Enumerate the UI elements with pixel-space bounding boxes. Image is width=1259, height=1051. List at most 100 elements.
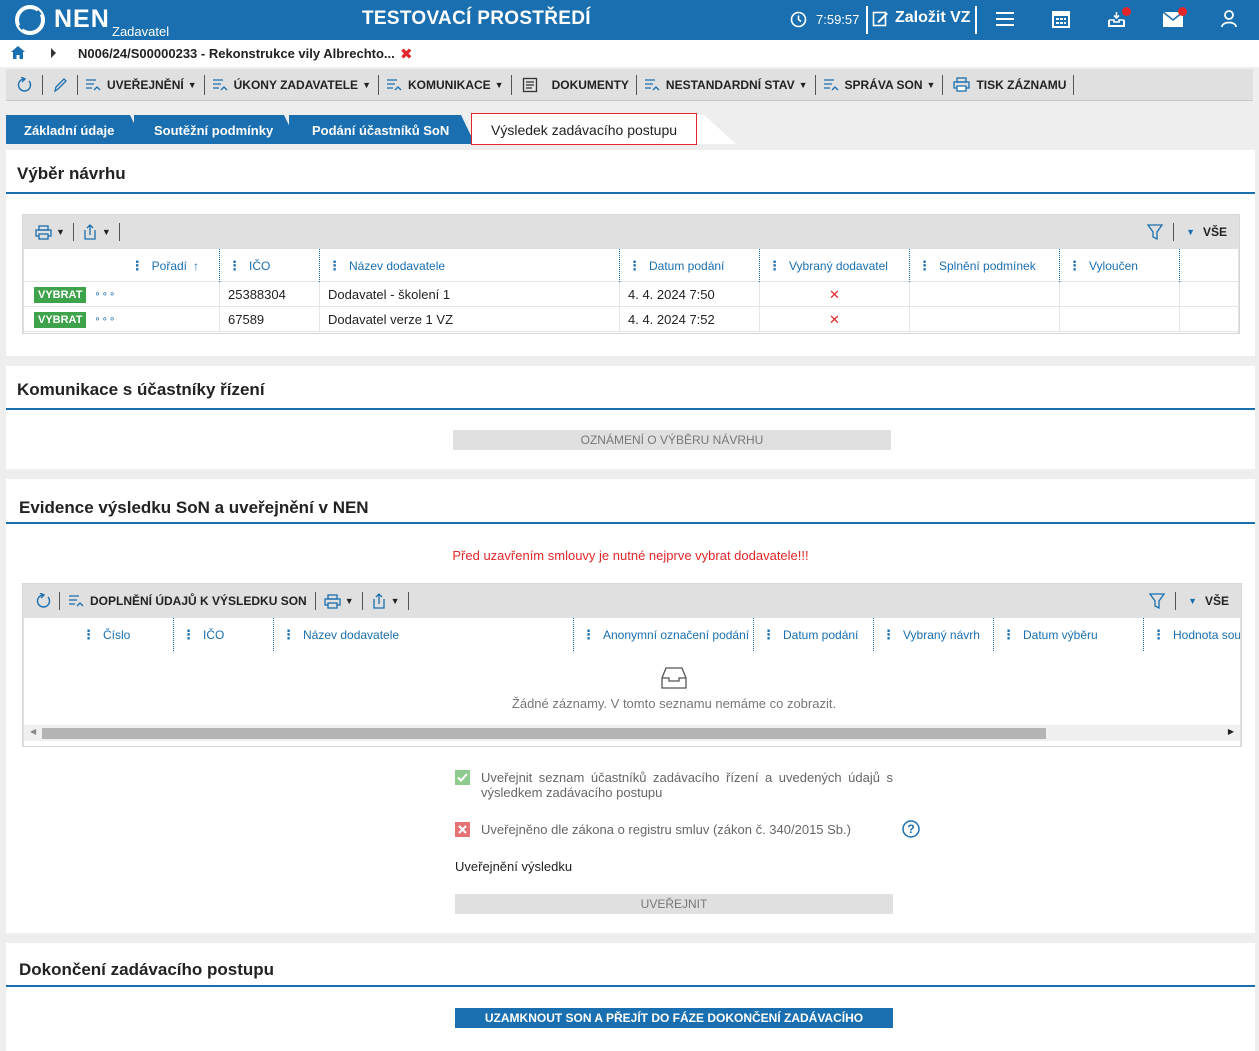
menu-nestandardni-label: NESTANDARDNÍ STAV	[665, 77, 795, 92]
column-splneni-podminek[interactable]: ⋮ Splnění podmínek	[910, 249, 1060, 282]
doplneni-udaju-label: DOPLNĚNÍ ÚDAJŮ K VÝSLEDKU SON	[90, 594, 307, 608]
select-supplier-button[interactable]: VYBRAT	[34, 311, 87, 328]
column-anonymni-oznaceni[interactable]: ⋮ Anonymní označení podání	[574, 618, 754, 651]
home-icon[interactable]	[11, 46, 25, 59]
publish-button[interactable]: UVEŘEJNIT	[455, 894, 893, 914]
column-datum-podani[interactable]: ⋮ Datum podání	[620, 249, 760, 282]
scrollbar-thumb[interactable]	[42, 728, 1046, 739]
horizontal-scrollbar[interactable]: ◀ ▶	[24, 725, 1240, 741]
publish-list-checkbox[interactable]	[455, 770, 470, 785]
empty-state-message: Žádné záznamy. V tomto seznamu nemáme co…	[511, 696, 837, 711]
printer-icon	[35, 224, 52, 240]
menu-icon[interactable]	[996, 11, 1014, 27]
new-vz-button[interactable]: Založit VZ	[872, 9, 971, 27]
more-options-icon[interactable]: ∘∘∘	[94, 314, 116, 325]
column-datum-vyberu[interactable]: ⋮ Datum výběru	[994, 618, 1144, 651]
column-menu-icon[interactable]: ⋮	[762, 627, 775, 643]
separator	[118, 223, 120, 241]
column-vybrany-navrh[interactable]: ⋮ Vybraný návrh	[874, 618, 994, 651]
column-menu-icon[interactable]: ⋮	[1068, 258, 1081, 274]
export-menu-button[interactable]: ▼	[74, 215, 119, 249]
column-menu-icon[interactable]: ⋮	[282, 627, 295, 643]
column-datum-podani[interactable]: ⋮ Datum podání	[754, 618, 874, 651]
calendar-icon[interactable]	[1052, 10, 1070, 28]
caret-down-icon: ▼	[926, 79, 936, 90]
doplneni-udaju-button[interactable]: DOPLNĚNÍ ÚDAJŮ K VÝSLEDKU SON	[60, 584, 315, 618]
column-label: Číslo	[103, 627, 131, 642]
refresh-button[interactable]	[6, 69, 42, 101]
column-menu-icon[interactable]: ⋮	[628, 258, 641, 274]
refresh-button[interactable]	[23, 584, 59, 618]
filter-all-label[interactable]: VŠE	[1203, 225, 1227, 239]
column-menu-icon[interactable]: ⋮	[1002, 627, 1015, 643]
column-menu-icon[interactable]: ⋮	[82, 627, 95, 643]
column-nazev-dodavatele[interactable]: ⋮ Název dodavatele	[320, 249, 620, 282]
tab-vysledek-zadavaciho-postupu[interactable]: Výsledek zadávacího postupu	[471, 113, 697, 145]
edit-button[interactable]	[43, 69, 77, 101]
filter-icon[interactable]	[1147, 224, 1164, 240]
more-options-icon[interactable]: ∘∘∘	[94, 289, 116, 300]
column-label: IČO	[249, 258, 271, 273]
caret-down-icon: ▼	[362, 79, 371, 90]
help-icon[interactable]: ?	[902, 820, 920, 838]
scroll-right-icon[interactable]: ▶	[1228, 727, 1234, 736]
scroll-left-icon[interactable]: ◀	[30, 727, 36, 736]
separator	[975, 6, 977, 34]
column-menu-icon[interactable]: ⋮	[182, 627, 195, 643]
column-menu-icon[interactable]: ⋮	[582, 627, 595, 643]
tab-bar: Základní údaje Soutěžní podmínky Podání …	[0, 101, 1259, 145]
column-menu-icon[interactable]: ⋮	[131, 258, 144, 274]
export-menu-button[interactable]: ▼	[363, 584, 408, 618]
main-toolbar: UVEŘEJNĚNÍ ▼ ÚKONY ZADAVATELE ▼ KOMUNIKACE…	[0, 67, 1259, 101]
menu-komunikace[interactable]: KOMUNIKACE ▼	[379, 69, 511, 101]
breadcrumb-item[interactable]: N006/24/S00000233 - Rekonstrukce vily Al…	[78, 46, 395, 61]
menu-nestandardni-stav[interactable]: NESTANDARDNÍ STAV ▼	[637, 69, 815, 101]
section-header: Evidence výsledku SoN a uveřejnění v NEN	[6, 479, 1255, 524]
close-icon[interactable]: ✖	[400, 45, 413, 63]
column-cislo[interactable]: ⋮ Číslo	[74, 618, 174, 651]
cell-vyloucen	[1060, 282, 1180, 307]
column-menu-icon[interactable]: ⋮	[882, 627, 895, 643]
lock-and-finish-button[interactable]: UZAMKNOUT SON A PŘEJÍT DO FÁZE DOKONČENÍ…	[455, 1008, 893, 1045]
column-menu-icon[interactable]: ⋮	[1152, 627, 1165, 643]
column-hodnota[interactable]: ⋮ Hodnota soutě	[1144, 618, 1240, 651]
tab-podani-ucastniku[interactable]: Podání účastníků SoN	[289, 115, 475, 144]
column-menu-icon[interactable]: ⋮	[328, 258, 341, 274]
menu-dokumenty[interactable]: DOKUMENTY	[512, 69, 636, 101]
filter-all-label[interactable]: VŠE	[1205, 594, 1229, 608]
caret-down-icon[interactable]: ▼	[1188, 596, 1197, 606]
menu-uverejneni[interactable]: UVEŘEJNĚNÍ ▼	[78, 69, 204, 101]
select-supplier-button[interactable]: VYBRAT	[34, 286, 87, 303]
cell-ico: 67589	[220, 307, 320, 332]
list-lines-icon	[86, 78, 101, 90]
print-menu-button[interactable]: ▼	[316, 584, 362, 618]
registr-smluv-checkbox[interactable]	[455, 822, 470, 837]
column-menu-icon[interactable]: ⋮	[228, 258, 241, 274]
notify-selection-button[interactable]: OZNÁMENÍ O VÝBĚRU NÁVRHU	[453, 430, 891, 450]
column-poradi[interactable]: ⋮ Pořadí ↑	[24, 249, 220, 282]
filter-icon[interactable]	[1149, 593, 1166, 609]
column-label: Pořadí	[151, 258, 187, 273]
menu-sprava-son[interactable]: SPRÁVA SON ▼	[816, 69, 943, 101]
top-bar: NEN Zadavatel TESTOVACÍ PROSTŘEDÍ 7:59:5…	[0, 0, 1259, 40]
menu-ukony-zadavatele[interactable]: ÚKONY ZADAVATELE ▼	[205, 69, 378, 101]
print-record-button[interactable]: TISK ZÁZNAMU	[943, 69, 1073, 101]
chevron-right-icon	[51, 48, 56, 58]
tab-zakladni-udaje[interactable]: Základní údaje	[6, 115, 144, 144]
user-icon[interactable]	[1221, 10, 1237, 28]
menu-ukony-label: ÚKONY ZADAVATELE	[233, 77, 359, 92]
tab-soutezni-podminky[interactable]: Soutěžní podmínky	[134, 115, 298, 144]
column-vyloucen[interactable]: ⋮ Vyloučen	[1060, 249, 1180, 282]
column-label: Vybraný dodavatel	[789, 258, 888, 273]
column-menu-icon[interactable]: ⋮	[918, 258, 931, 274]
caret-down-icon[interactable]: ▼	[1186, 227, 1195, 237]
column-ico[interactable]: ⋮ IČO	[174, 618, 274, 651]
print-menu-button[interactable]: ▼	[23, 215, 73, 249]
column-label: Datum podání	[783, 627, 859, 642]
column-ico[interactable]: ⋮ IČO	[220, 249, 320, 282]
cell-vybrany: ✕	[760, 307, 910, 332]
cell-vyloucen	[1060, 307, 1180, 332]
column-menu-icon[interactable]: ⋮	[768, 258, 781, 274]
column-nazev-dodavatele[interactable]: ⋮ Název dodavatele	[274, 618, 574, 651]
column-vybrany-dodavatel[interactable]: ⋮ Vybraný dodavatel	[760, 249, 910, 282]
